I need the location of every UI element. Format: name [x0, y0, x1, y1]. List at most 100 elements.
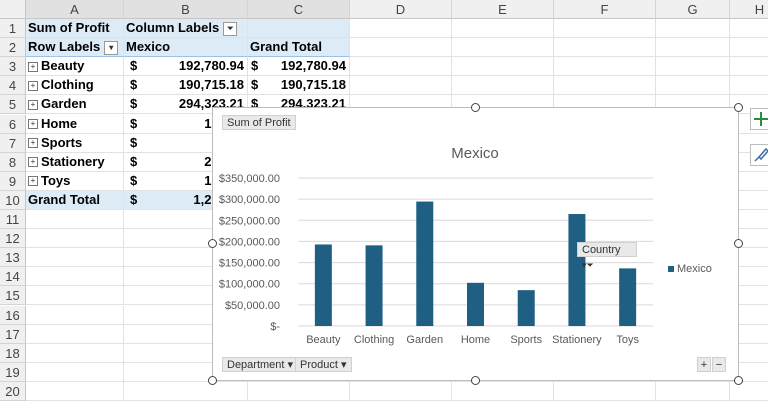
row-header-1[interactable]: 1	[0, 19, 26, 39]
grand-total-label[interactable]: Grand Total	[26, 190, 124, 210]
grid-cell[interactable]	[26, 362, 124, 382]
grid-cell[interactable]	[350, 57, 452, 77]
grid-cell[interactable]	[350, 381, 452, 401]
grid-cell[interactable]	[26, 381, 124, 401]
grid-cell[interactable]	[730, 57, 768, 77]
grid-cell[interactable]	[26, 324, 124, 344]
country-legend-filter-button[interactable]: Country ▾⏷	[577, 242, 637, 270]
pivot-row-label[interactable]: + Clothing	[26, 76, 124, 96]
bar-home[interactable]	[467, 282, 484, 326]
expand-icon[interactable]: +	[28, 80, 38, 91]
row-header-3[interactable]: 3	[0, 57, 26, 77]
grid-cell[interactable]	[26, 248, 124, 268]
row-header-14[interactable]: 14	[0, 267, 26, 287]
grid-cell[interactable]	[350, 76, 452, 96]
resize-handle-top-right[interactable]	[734, 103, 743, 112]
expand-icon[interactable]: +	[28, 119, 38, 130]
row-header-15[interactable]: 15	[0, 286, 26, 306]
column-header-f[interactable]: F	[554, 0, 656, 19]
expand-icon[interactable]: +	[28, 61, 38, 72]
row-header-9[interactable]: 9	[0, 171, 26, 191]
grid-cell[interactable]	[730, 38, 768, 58]
grid-cell[interactable]	[26, 305, 124, 325]
row-header-5[interactable]: 5	[0, 95, 26, 115]
resize-handle-top[interactable]	[471, 103, 480, 112]
dropdown-icon[interactable]: ▾	[104, 40, 119, 55]
grid-cell[interactable]	[26, 267, 124, 287]
pivot-header-fill[interactable]	[248, 19, 350, 39]
column-header-b[interactable]: B	[124, 0, 248, 19]
resize-handle-left[interactable]	[208, 239, 217, 248]
column-value-header[interactable]: Mexico	[124, 38, 248, 58]
pivot-row-label[interactable]: + Home	[26, 114, 124, 134]
resize-handle-bottom-left[interactable]	[208, 376, 217, 385]
expand-icon[interactable]: +	[28, 99, 38, 110]
grid-cell[interactable]	[554, 19, 656, 39]
department-field-button[interactable]: Department ▾	[222, 357, 299, 372]
expand-icon[interactable]: +	[28, 176, 38, 187]
resize-handle-right[interactable]	[734, 239, 743, 248]
column-header-c[interactable]: C	[248, 0, 350, 19]
filter-dropdown-icon[interactable]: ⏷	[223, 21, 238, 36]
grid-cell[interactable]	[656, 57, 730, 77]
select-all-corner[interactable]	[0, 0, 26, 19]
column-header-h[interactable]: H	[730, 0, 768, 19]
pivot-row-label[interactable]: + Beauty	[26, 57, 124, 77]
pivot-row-label[interactable]: + Stationery	[26, 152, 124, 172]
grid-cell[interactable]	[730, 76, 768, 96]
pivot-value-cell[interactable]: $190,715.18	[124, 76, 248, 96]
resize-handle-bottom-right[interactable]	[734, 376, 743, 385]
row-labels-header[interactable]: Row Labels ▾	[26, 38, 124, 58]
grand-total-header[interactable]: Grand Total	[248, 38, 350, 58]
grid-cell[interactable]	[350, 38, 452, 58]
pivot-chart[interactable]: Sum of Profit Mexico $- $50,000.00 $100,00…	[212, 107, 739, 381]
column-header-a[interactable]: A	[26, 0, 124, 19]
chart-elements-button[interactable]	[750, 108, 768, 130]
grid-cell[interactable]	[26, 343, 124, 363]
pivot-total-cell[interactable]: $192,780.94	[248, 57, 350, 77]
row-header-6[interactable]: 6	[0, 114, 26, 134]
row-header-4[interactable]: 4	[0, 76, 26, 96]
product-field-button[interactable]: Product ▾	[295, 357, 352, 372]
bar-sports[interactable]	[517, 290, 535, 326]
pivot-row-label[interactable]: + Garden	[26, 95, 124, 115]
grid-cell[interactable]	[452, 381, 554, 401]
row-header-7[interactable]: 7	[0, 133, 26, 153]
chart-styles-button[interactable]	[750, 144, 768, 166]
column-header-d[interactable]: D	[350, 0, 452, 19]
pivot-row-label[interactable]: + Toys	[26, 171, 124, 191]
grid-cell[interactable]	[730, 19, 768, 39]
row-header-16[interactable]: 16	[0, 305, 26, 325]
pivot-row-label[interactable]: + Sports	[26, 133, 124, 153]
grid-cell[interactable]	[730, 382, 768, 401]
row-header-18[interactable]: 18	[0, 343, 26, 363]
expand-icon[interactable]: +	[28, 138, 38, 149]
column-header-e[interactable]: E	[452, 0, 554, 19]
pivot-value-cell[interactable]: $192,780.94	[124, 57, 248, 77]
grid-cell[interactable]	[26, 229, 124, 249]
row-header-11[interactable]: 11	[0, 210, 26, 230]
row-header-13[interactable]: 13	[0, 248, 26, 268]
row-header-19[interactable]: 19	[0, 362, 26, 382]
column-labels-header[interactable]: Column Labels ⏷	[124, 19, 248, 39]
bar-garden[interactable]	[416, 201, 434, 326]
row-header-8[interactable]: 8	[0, 152, 26, 172]
bar-beauty[interactable]	[314, 244, 332, 326]
row-header-2[interactable]: 2	[0, 38, 26, 58]
grid-cell[interactable]	[26, 210, 124, 230]
bar-toys[interactable]	[619, 268, 637, 326]
grid-cell[interactable]	[656, 381, 730, 401]
column-header-g[interactable]: G	[656, 0, 730, 19]
pivot-corner-label[interactable]: Sum of Profit	[26, 19, 124, 39]
grid-cell[interactable]	[656, 38, 730, 58]
grid-cell[interactable]	[554, 381, 656, 401]
grid-cell[interactable]	[452, 38, 554, 58]
grid-cell[interactable]	[656, 76, 730, 96]
grid-cell[interactable]	[26, 286, 124, 306]
expand-field-button[interactable]: +	[697, 357, 711, 372]
grid-cell[interactable]	[554, 76, 656, 96]
row-header-20[interactable]: 20	[0, 381, 26, 401]
grid-cell[interactable]	[452, 76, 554, 96]
row-header-10[interactable]: 10	[0, 190, 26, 210]
grid-cell[interactable]	[350, 19, 452, 39]
